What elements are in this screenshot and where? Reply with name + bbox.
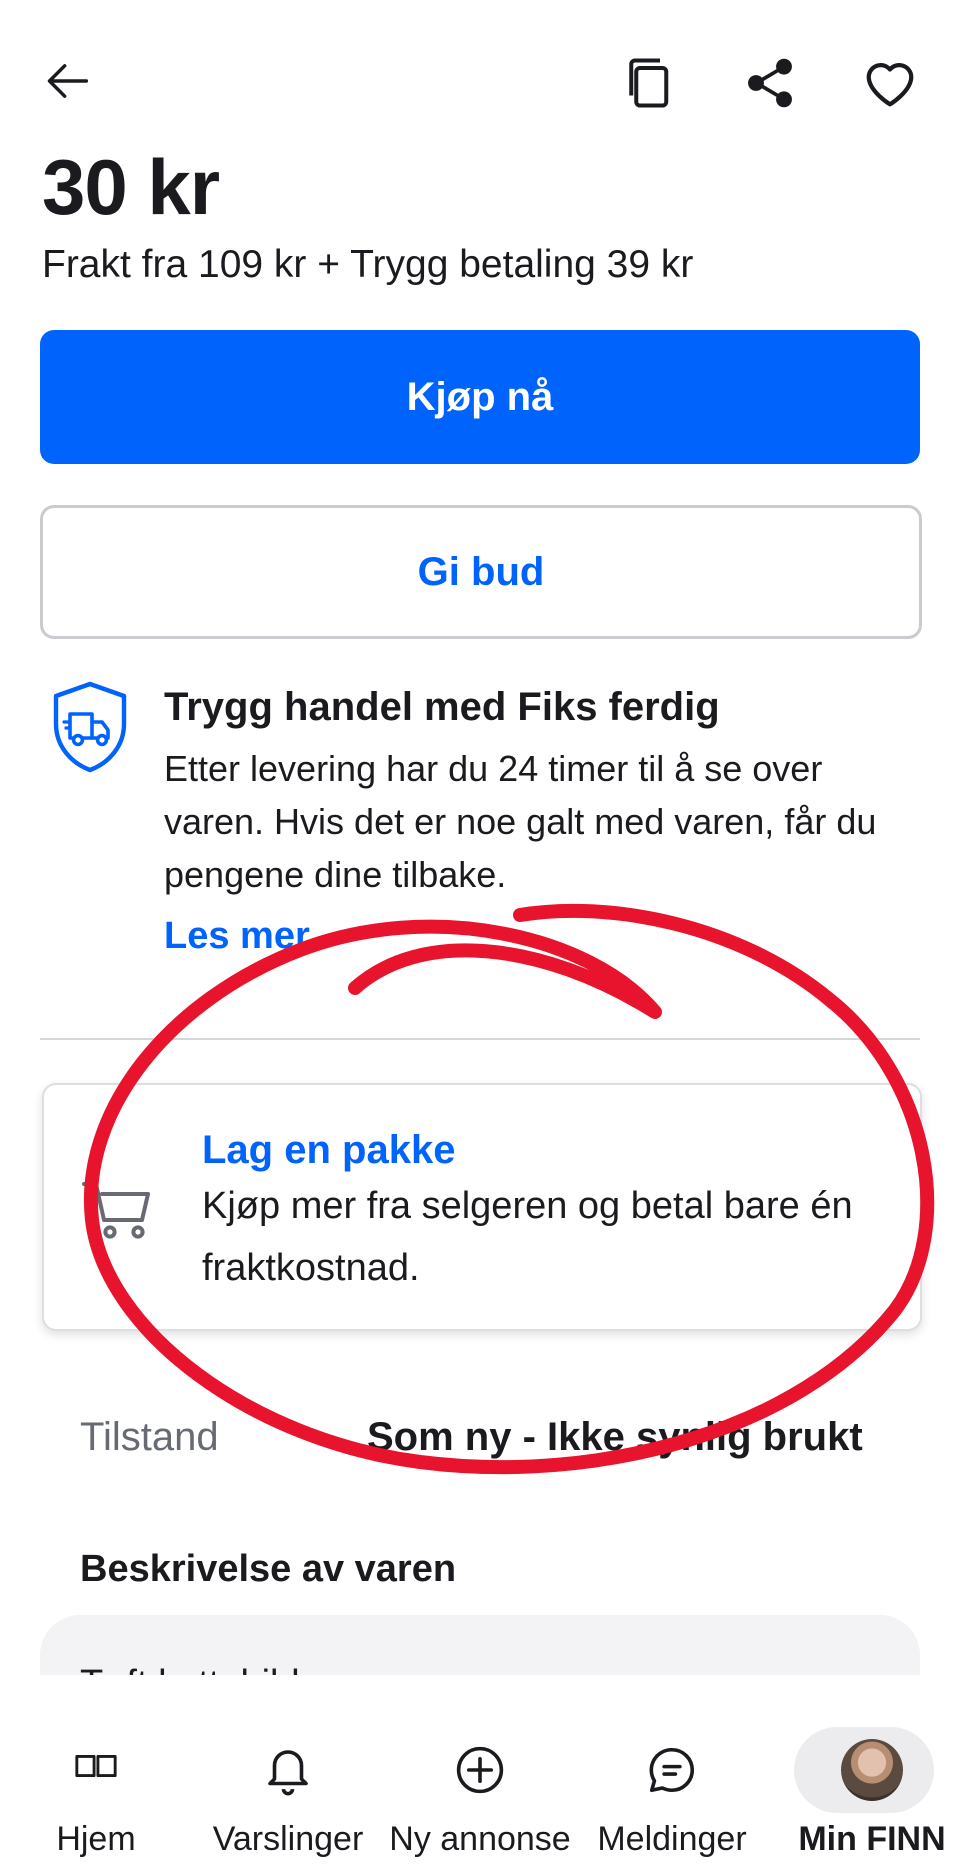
shipping-info: Frakt fra 109 kr + Trygg betaling 39 kr — [42, 243, 694, 286]
description-heading: Beskrivelse av varen — [80, 1548, 457, 1590]
cart-icon — [82, 1180, 154, 1245]
back-button[interactable] — [38, 50, 100, 112]
chat-icon — [645, 1743, 699, 1802]
book-icon — [73, 1743, 119, 1794]
nav-notifications[interactable]: Varslinger — [192, 1675, 384, 1875]
favorite-button[interactable] — [855, 48, 925, 118]
shield-truck-icon — [48, 680, 132, 781]
read-more-link[interactable]: Les mer — [164, 915, 310, 958]
plus-circle-icon — [453, 1743, 507, 1802]
nav-home-label: Hjem — [56, 1820, 136, 1858]
share-button[interactable] — [735, 48, 805, 118]
share-icon — [748, 58, 792, 108]
buy-now-button[interactable]: Kjøp nå — [40, 330, 920, 464]
heart-icon — [866, 63, 914, 107]
bell-icon — [261, 1743, 315, 1802]
nav-messages-label: Meldinger — [597, 1820, 747, 1858]
avatar — [841, 1739, 903, 1801]
nav-home[interactable]: Hjem — [0, 1675, 192, 1875]
arrow-left-icon — [47, 64, 89, 98]
make-offer-button[interactable]: Gi bud — [40, 505, 922, 639]
nav-notifications-label: Varslinger — [212, 1820, 364, 1858]
copy-button[interactable] — [615, 48, 685, 118]
nav-my-finn-label: Min FINN — [798, 1820, 946, 1858]
nav-new-ad-label: Ny annonse — [389, 1820, 571, 1858]
divider — [40, 1038, 920, 1040]
bundle-description: Kjøp mer fra selgeren og betal bare én f… — [202, 1185, 853, 1289]
bottom-navigation: Hjem Varslinger Ny annonse Meldinger Min… — [0, 1675, 960, 1875]
safe-trade-title: Trygg handel med Fiks ferdig — [164, 685, 720, 729]
condition-value: Som ny - Ikke synlig brukt — [367, 1415, 863, 1459]
nav-messages[interactable]: Meldinger — [576, 1675, 768, 1875]
bundle-title[interactable]: Lag en pakke — [202, 1128, 455, 1173]
nav-my-finn[interactable]: Min FINN — [784, 1675, 960, 1875]
price: 30 kr — [42, 143, 220, 231]
nav-new-ad[interactable]: Ny annonse — [384, 1675, 576, 1875]
safe-trade-description: Etter levering har du 24 timer til å se … — [164, 748, 877, 895]
condition-label: Tilstand — [80, 1415, 219, 1459]
copy-icon — [629, 58, 669, 108]
